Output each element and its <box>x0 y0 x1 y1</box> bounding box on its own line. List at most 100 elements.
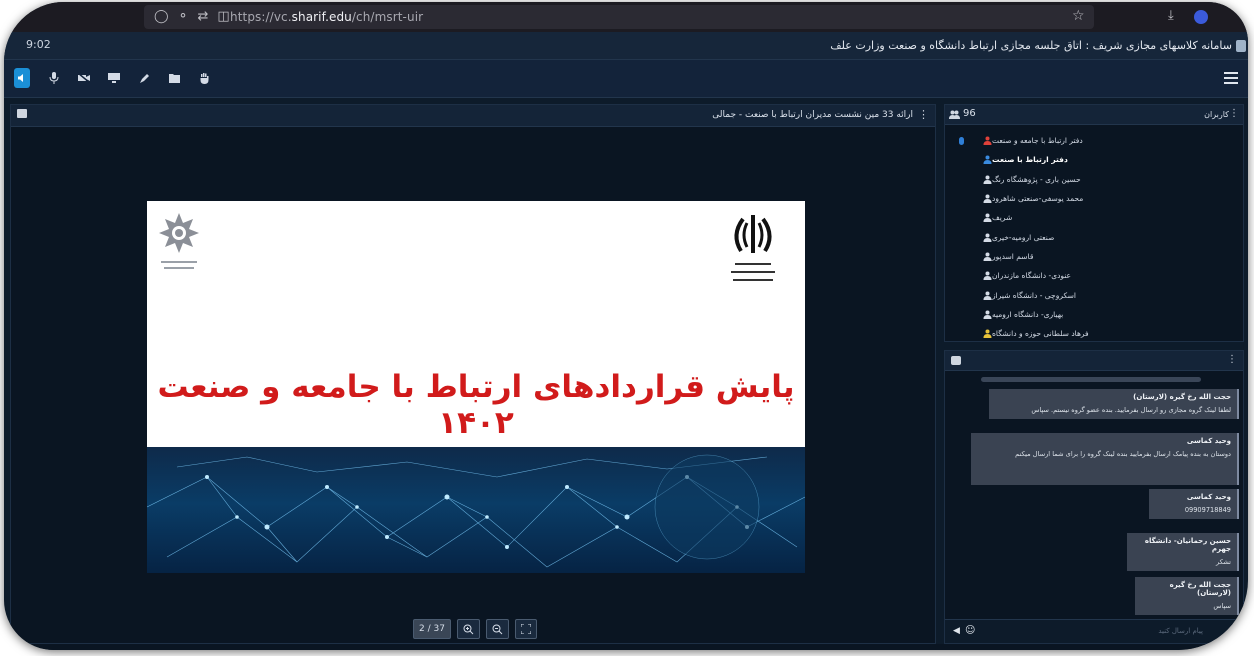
chat-message-body: سپاس <box>1213 602 1231 610</box>
user-avatar-icon <box>983 252 992 261</box>
screen-share-button[interactable] <box>104 68 124 88</box>
profile-icon[interactable] <box>1194 10 1208 24</box>
raise-hand-button[interactable] <box>194 68 214 88</box>
whiteboard-pen-icon <box>139 73 149 83</box>
user-list-item[interactable]: فرهاد سلطانی حوزه و دانشگاه <box>979 324 1239 343</box>
fullscreen-button[interactable] <box>514 619 537 639</box>
user-name: اسکروچی - دانشگاه شیراز <box>992 290 1076 300</box>
chat-message: وحید کماسی 09909718849 <box>1149 489 1239 520</box>
user-avatar-icon <box>983 329 992 339</box>
user-name: دفتر ارتباط با جامعه و صنعت <box>992 136 1083 146</box>
folder-icon <box>168 74 180 83</box>
chat-scrollbar[interactable] <box>981 377 1201 382</box>
chat-message: حجت الله رخ گیره (لارستان) لطفا لینک گرو… <box>989 389 1239 420</box>
user-list-item[interactable]: قاسم اسدپور <box>979 247 1239 266</box>
address-bar-icons: ◯ ⚬ ⇄ ◫ <box>154 9 230 24</box>
files-button[interactable] <box>164 68 184 88</box>
reader-icon[interactable]: ◫ <box>217 9 229 24</box>
chat-message-author: وحید کماسی <box>1186 493 1231 501</box>
menu-line <box>1224 81 1238 84</box>
user-list-item[interactable]: دفتر ارتباط با صنعت <box>979 150 1239 169</box>
user-avatar-icon <box>983 233 992 242</box>
user-name: بهیاری- دانشگاه ارومیه <box>992 309 1064 319</box>
network-graphic-art <box>147 454 805 568</box>
user-list-item[interactable]: اسکروچی - دانشگاه شیراز <box>979 285 1239 304</box>
user-avatar-icon <box>983 136 992 146</box>
presentation-title: ارائه 33 مین نشست مدیران ارتباط با صنعت … <box>712 110 913 120</box>
presentation-folder-icon[interactable] <box>17 109 27 118</box>
camera-off-icon <box>78 73 90 83</box>
chat-options-icon[interactable]: ⋮ <box>1227 354 1237 365</box>
emoji-icon[interactable]: ☺ <box>965 625 975 636</box>
presentation-options-icon[interactable]: ⋮ <box>918 108 929 121</box>
slide-headline: پایش قراردادهای ارتباط با جامعه و صنعت ۱… <box>157 369 795 441</box>
chat-message-body: لطفا لینک گروه مجازی رو ارسال بفرمایید. … <box>1031 406 1231 414</box>
user-list-item[interactable]: حسین باری - پژوهشگاه رنگ <box>979 170 1239 189</box>
chat-input-bar: ◀ ☺ پیام ارسال کنید <box>945 619 1243 643</box>
bottom-strip <box>4 644 1248 650</box>
user-name: شریف <box>992 213 1013 223</box>
chat-input[interactable]: پیام ارسال کنید <box>1158 627 1203 635</box>
chat-header: ⋮ <box>945 351 1243 371</box>
speaker-icon <box>18 74 23 82</box>
meeting-toolbar <box>4 60 1248 98</box>
chat-bubble-icon <box>951 356 961 365</box>
user-name: صنعتی ارومیه-خیری <box>992 232 1055 242</box>
session-clock: 9:02 <box>26 38 51 51</box>
user-list: دفتر ارتباط با جامعه و صنعت دفتر ارتباط ب… <box>979 131 1239 343</box>
presentation-slide: پایش قراردادهای ارتباط با جامعه و صنعت ۱… <box>147 201 805 573</box>
chat-message: حجت الله رخ گیره (لارستان) سپاس <box>1135 577 1239 616</box>
app-window: ◯ ⚬ ⇄ ◫ https://vc.sharif.edu/ch/msrt-ui… <box>4 2 1248 650</box>
user-avatar-icon <box>983 155 992 165</box>
slide-page-indicator[interactable]: 2 / 37 <box>413 619 451 639</box>
url-domain: sharif.edu <box>291 10 352 24</box>
users-panel: 96 کاربران ⋮ دفتر ارتباط با جامعه و صنعت… <box>944 104 1244 342</box>
url-prefix: https://vc. <box>230 10 292 24</box>
user-list-item[interactable]: دفتر ارتباط با جامعه و صنعت <box>979 131 1239 150</box>
user-avatar-icon <box>983 271 992 281</box>
zoom-in-button[interactable] <box>456 619 480 639</box>
shield-icon[interactable]: ◯ <box>154 9 169 24</box>
zoom-out-icon <box>492 624 503 634</box>
bookmark-star-icon[interactable]: ☆ <box>1072 8 1085 24</box>
microphone-button[interactable] <box>44 68 64 88</box>
hamburger-menu-button[interactable] <box>1222 69 1240 87</box>
chat-message-author: حجت الله رخ گیره (لارستان) <box>1133 393 1231 401</box>
app-title: سامانه کلاسهای مجازی شریف : اتاق جلسه مج… <box>830 39 1232 52</box>
users-options-icon[interactable]: ⋮ <box>1229 108 1239 119</box>
download-icon[interactable]: ⤓ <box>1168 8 1174 23</box>
microphone-icon <box>49 72 59 84</box>
user-list-item[interactable]: محمد یوسفی-صنعتی شاهرود <box>979 189 1239 208</box>
user-list-item[interactable]: صنعتی ارومیه-خیری <box>979 227 1239 246</box>
active-microphone-icon <box>959 137 964 145</box>
user-list-item[interactable]: عنودی- دانشگاه مازندران <box>979 266 1239 285</box>
user-name: حسین باری - پژوهشگاه رنگ <box>992 174 1081 184</box>
whiteboard-button[interactable] <box>134 68 154 88</box>
user-list-item[interactable]: بهیاری- دانشگاه ارومیه <box>979 305 1239 324</box>
screen-share-icon <box>108 73 120 83</box>
iran-ministry-emblem-icon <box>731 215 775 281</box>
user-list-item[interactable]: شریف <box>979 208 1239 227</box>
app-logo-icon <box>1236 40 1246 52</box>
chat-message: حسین رحمانیان- دانشگاه جهرم تشکر <box>1127 533 1239 572</box>
permissions-icon[interactable]: ⇄ <box>197 9 208 24</box>
url-path: /ch/msrt-uir <box>351 10 424 24</box>
user-name: محمد یوسفی-صنعتی شاهرود <box>992 194 1084 204</box>
lock-icon[interactable]: ⚬ <box>178 9 189 24</box>
camera-button[interactable] <box>74 68 94 88</box>
user-avatar-icon <box>983 175 992 184</box>
presentation-panel: ارائه 33 مین نشست مدیران ارتباط با صنعت … <box>10 104 936 644</box>
fullscreen-icon <box>520 624 531 634</box>
menu-line <box>1224 72 1238 75</box>
chat-message-author: حسین رحمانیان- دانشگاه جهرم <box>1144 537 1231 553</box>
speaker-button[interactable] <box>14 68 30 88</box>
chat-message-author: وحید کماسی <box>1186 437 1231 445</box>
zoom-out-button[interactable] <box>485 619 509 639</box>
chat-message-body: دوستان به بنده پیامک ارسال بفرمایید بنده… <box>1015 450 1231 458</box>
chat-message: وحید کماسی دوستان به بنده پیامک ارسال بف… <box>971 433 1239 485</box>
url-text[interactable]: https://vc.sharif.edu/ch/msrt-uir <box>230 10 423 24</box>
network-graphic <box>147 447 805 573</box>
send-icon[interactable]: ◀ <box>953 626 960 636</box>
university-industry-emblem-icon <box>159 213 199 269</box>
users-header: 96 کاربران ⋮ <box>945 105 1243 125</box>
